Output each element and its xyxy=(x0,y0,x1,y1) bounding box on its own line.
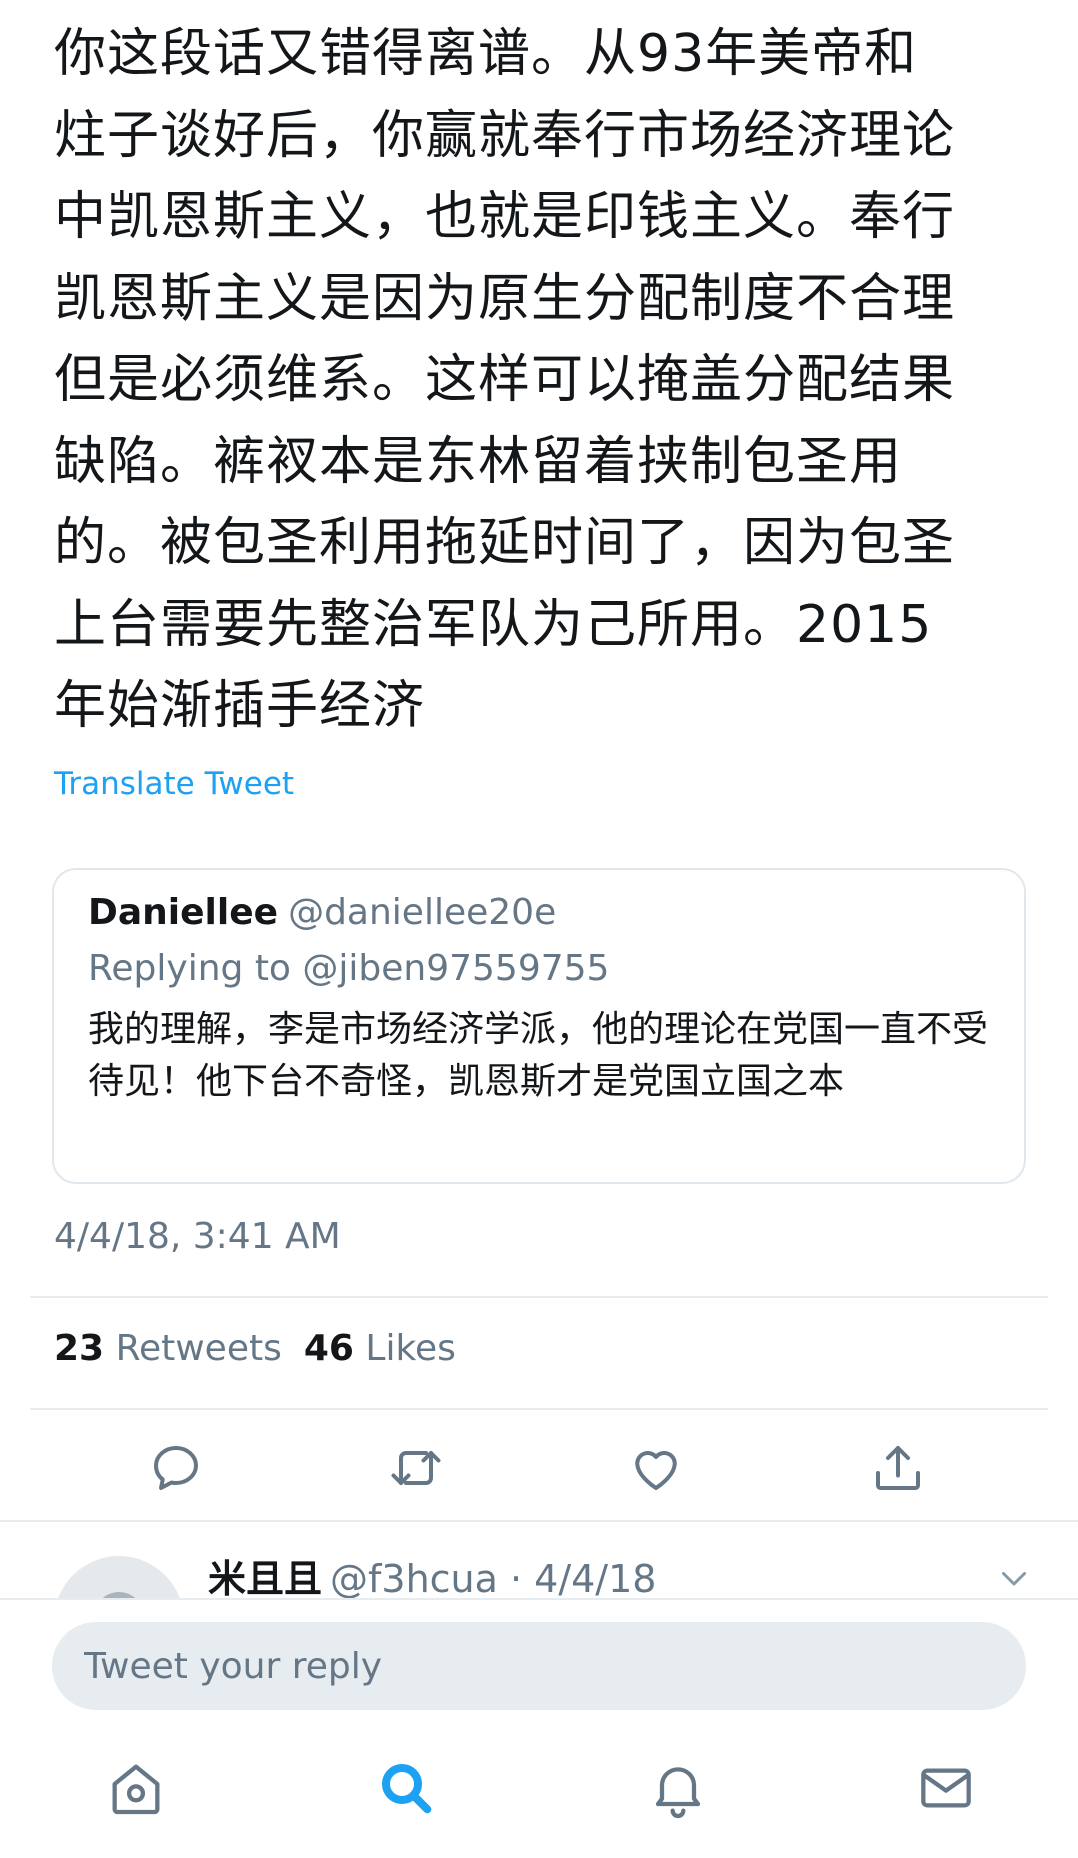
search-icon[interactable] xyxy=(374,1756,438,1820)
quoted-author-name: Daniellee xyxy=(88,892,279,933)
retweets-label: Retweets xyxy=(115,1328,282,1369)
retweets-count: 23 xyxy=(54,1328,105,1369)
quoted-tweet-text: 我的理解，李是市场经济学派，他的理论在党国一直不受待见！他下台不奇怪，凯恩斯才是… xyxy=(88,1009,989,1102)
tweet-actions xyxy=(0,1438,1078,1498)
likes-count: 46 xyxy=(303,1328,354,1369)
quoted-replying-to: Replying to @jiben97559755 xyxy=(88,948,610,989)
chevron-down-icon[interactable] xyxy=(996,1560,1032,1596)
divider xyxy=(30,1296,1048,1298)
reply-header: 米且且 @f3hcua · 4/4/18 xyxy=(208,1548,656,1603)
reply-input[interactable] xyxy=(52,1622,1026,1710)
reply-meta: @f3hcua · 4/4/18 xyxy=(330,1557,657,1601)
quoted-tweet[interactable]: Daniellee @daniellee20e Replying to @jibe… xyxy=(52,868,1026,1184)
messages-icon[interactable] xyxy=(914,1756,978,1820)
tweet-timestamp: 4/4/18, 3:41 AM xyxy=(54,1216,341,1257)
bottom-tab-bar xyxy=(0,1728,1078,1858)
reply-author-name: 米且且 xyxy=(208,1557,323,1601)
likes-stat[interactable]: 46 Likes xyxy=(304,1328,456,1369)
divider xyxy=(30,1408,1048,1410)
tweet-stats: 23 Retweets 46 Likes xyxy=(54,1328,456,1369)
translate-tweet-link[interactable]: Translate Tweet xyxy=(54,766,294,802)
share-icon[interactable] xyxy=(868,1438,928,1498)
quoted-author-handle: @daniellee20e xyxy=(288,892,557,933)
divider xyxy=(0,1520,1078,1522)
notifications-icon[interactable] xyxy=(646,1756,710,1820)
reply-icon[interactable] xyxy=(146,1438,206,1498)
quoted-tweet-header: Daniellee @daniellee20e xyxy=(88,892,556,933)
likes-label: Likes xyxy=(365,1328,456,1369)
home-icon[interactable] xyxy=(104,1756,168,1820)
like-icon[interactable] xyxy=(626,1438,686,1498)
retweets-stat[interactable]: 23 Retweets xyxy=(54,1328,282,1369)
tweet-text: 你这段话又错得离谱。从93年美帝和 炷子谈好后，你赢就奉行市场经济理论 中凯恩斯… xyxy=(54,24,956,736)
compose-bar xyxy=(0,1598,1078,1728)
retweet-icon[interactable] xyxy=(386,1438,446,1498)
